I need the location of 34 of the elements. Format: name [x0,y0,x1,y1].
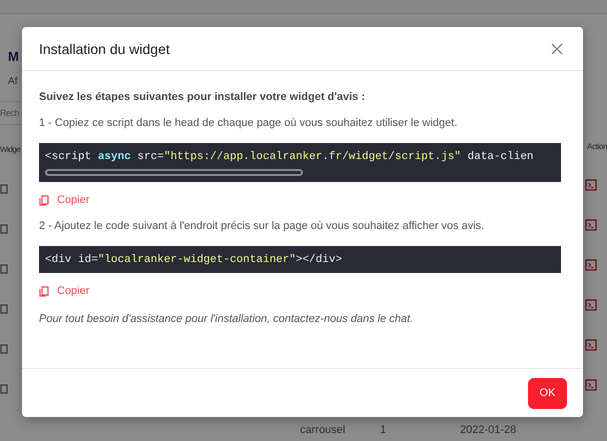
code-line: <script async src="https://app.localranker.fr/widget/script.js" data-clien [45,150,535,164]
table-cell-text: carrousel [300,424,346,436]
table-cell-text: 2022-01-28 [460,424,518,436]
copy-icon [39,286,49,296]
terminal-icon[interactable] [585,339,597,351]
widget-icon [0,384,8,394]
widget-icon [0,224,8,234]
step-text: 2 - Ajoutez le code suivant à l'endroit précis sur la page où vous souhaitez afficher vos avis. [39,220,486,232]
copy-button[interactable]: Copier [39,285,90,297]
scrollbar[interactable] [45,169,303,176]
ok-button[interactable]: OK [528,378,567,408]
terminal-icon[interactable] [585,219,597,231]
column-header: Widge [0,145,21,154]
code-line: <div id="localranker-widget-container"></div> [45,253,344,267]
page-title: M [8,49,20,64]
terminal-icon[interactable] [585,259,597,271]
modal-title: Installation du widget [39,40,170,56]
terminal-icon[interactable] [585,179,597,191]
help-note: Pour tout besoin d'assistance pour l'installation, contactez-nous dans le chat. [39,313,414,325]
step-text: 1 - Copiez ce script dans le head de chaque page où vous souhaitez utiliser le widget. [39,117,458,129]
terminal-icon[interactable] [585,379,597,391]
terminal-icon[interactable] [585,299,597,311]
widget-icon [0,264,8,274]
copy-icon [39,194,49,206]
table-cell-text: 1 [380,424,388,436]
column-header: Action [587,142,607,151]
close-button[interactable] [549,40,565,56]
widget-icon [0,304,8,314]
intro-text: Suivez les étapes suivantes pour installer votre widget d'avis : [39,91,366,103]
search-field[interactable]: Rech [0,101,21,125]
copy-button[interactable]: Copier [39,194,90,206]
widget-icon [0,344,8,354]
widget-icon [0,184,8,194]
page-subtitle: Af [8,76,18,87]
